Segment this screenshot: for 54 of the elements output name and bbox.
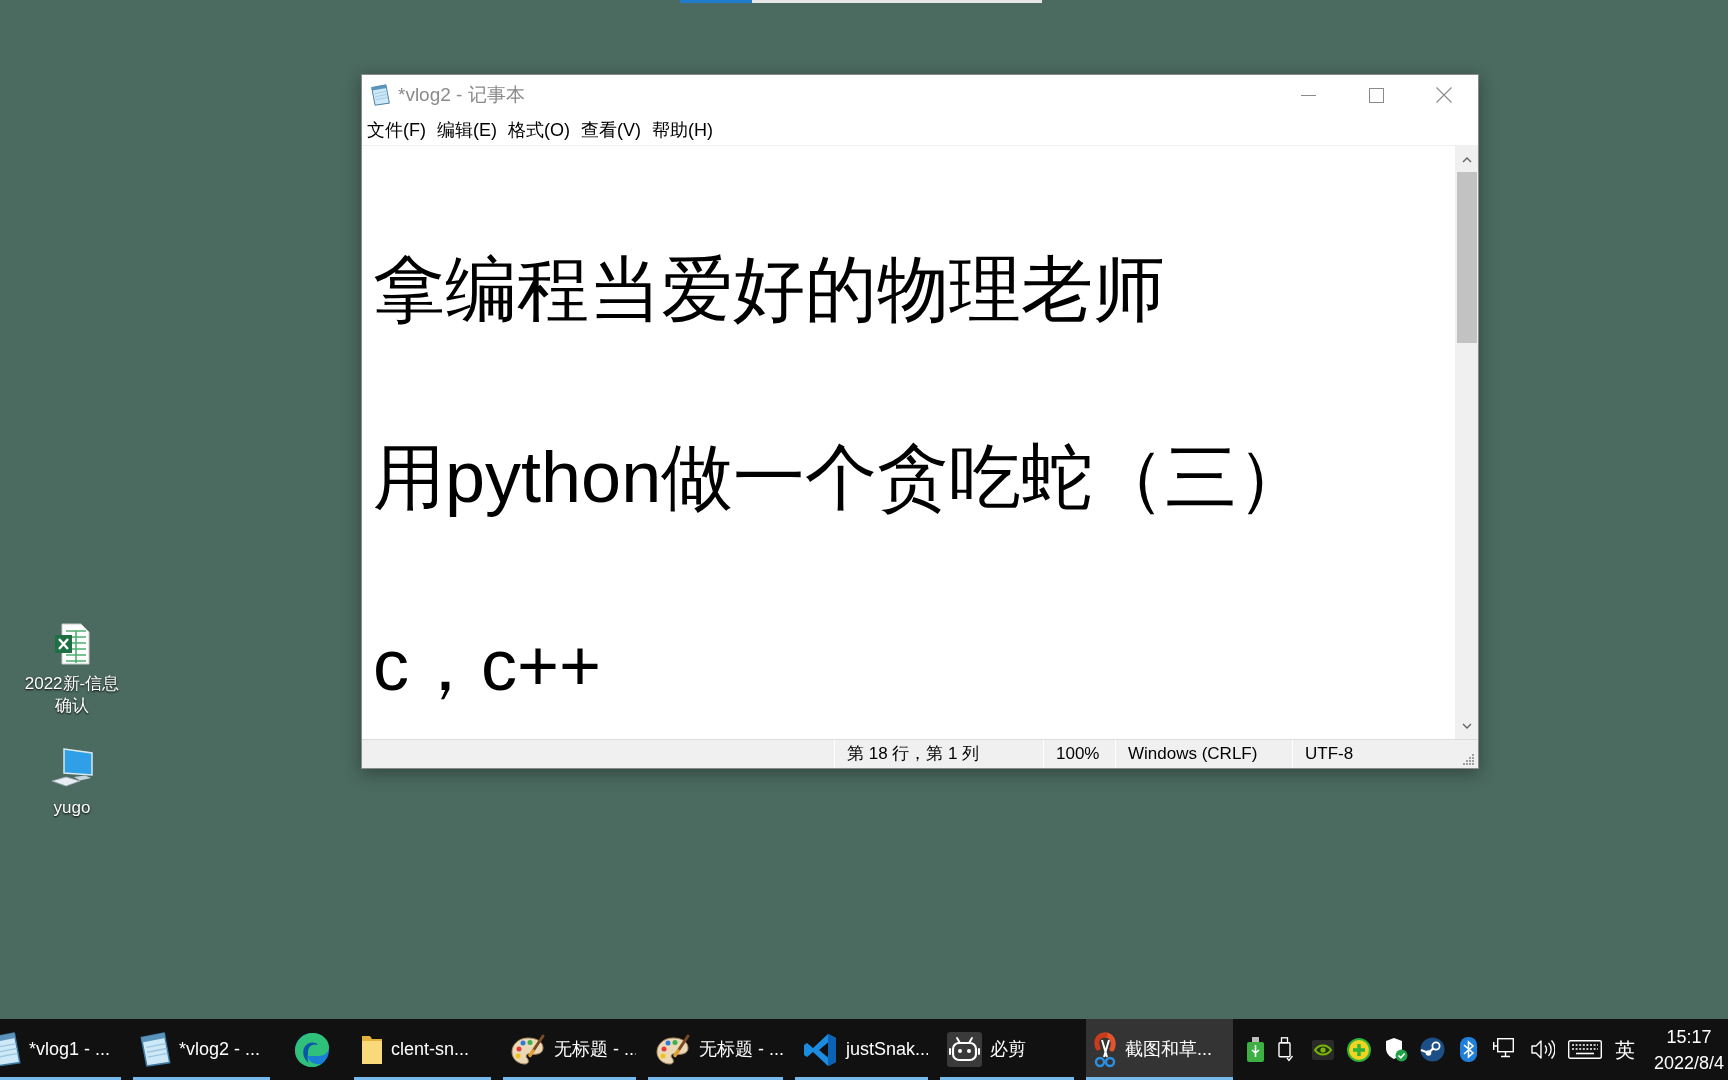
notepad-icon	[0, 1032, 21, 1067]
volume-icon[interactable]	[1531, 1039, 1555, 1060]
usb-icon[interactable]	[1247, 1037, 1264, 1062]
icon-label[interactable]: yugo	[20, 797, 124, 819]
robot-icon	[947, 1032, 982, 1067]
taskbar-button[interactable]: *vlog2 - ...	[133, 1019, 270, 1080]
maximize-icon	[1368, 87, 1384, 103]
status-text: UTF-8	[1292, 740, 1463, 768]
menu-item[interactable]: 格式(O)	[508, 118, 570, 142]
caret-down-icon[interactable]	[1461, 723, 1472, 729]
menu-item[interactable]: 查看(V)	[581, 118, 641, 142]
taskbar-button[interactable]: 无标题 - ...	[648, 1019, 783, 1080]
shield-check-icon[interactable]	[1385, 1037, 1408, 1062]
clock-date[interactable]: 2022/8/4	[1653, 1049, 1725, 1076]
taskbar-button[interactable]: clent-sn...	[354, 1019, 491, 1080]
ribbon-icon	[802, 1031, 838, 1068]
window-title: *vlog2 - 记事本	[398, 82, 525, 107]
input-method-button[interactable]: 英	[1615, 1037, 1635, 1062]
minimize-icon	[1300, 94, 1316, 96]
computer-icon[interactable]	[50, 747, 94, 789]
close-icon	[1436, 87, 1452, 103]
swirl-icon	[294, 1031, 330, 1068]
taskbar-button[interactable]: 必剪	[940, 1019, 1074, 1080]
menu-item[interactable]: 文件(F)	[367, 118, 426, 142]
notepad-icon	[371, 84, 390, 106]
taskbar-button[interactable]: justSnak...	[795, 1019, 928, 1080]
menu-item[interactable]: 编辑(E)	[437, 118, 497, 142]
resize-grip-icon[interactable]	[1463, 753, 1475, 765]
scroll-thumb[interactable]	[1456, 172, 1477, 343]
text-line: 用python做一个贪吃蛇（三）	[373, 436, 1311, 519]
taskbar-button[interactable]: 截图和草...	[1086, 1019, 1233, 1080]
status-text: 100%	[1043, 740, 1115, 768]
linkage-icon[interactable]	[1420, 1037, 1445, 1062]
keyboard-icon[interactable]	[1568, 1040, 1602, 1059]
folder-icon	[361, 1034, 383, 1065]
taskbar-button[interactable]: *vlog1 - ...	[0, 1019, 121, 1080]
caret-up-icon[interactable]	[1461, 157, 1472, 163]
eye-icon[interactable]	[1312, 1039, 1334, 1060]
text-line: c，c++	[373, 624, 603, 707]
plus-circle-icon[interactable]	[1347, 1037, 1371, 1062]
spreadsheet-icon[interactable]	[54, 623, 90, 665]
vertical-scrollbar[interactable]	[1455, 146, 1478, 739]
notepad-icon	[140, 1032, 171, 1067]
palette-icon	[655, 1032, 691, 1067]
palette-icon	[510, 1032, 546, 1067]
icon-label[interactable]: 2022新-信息确认	[20, 673, 124, 717]
status-text: Windows (CRLF)	[1115, 740, 1292, 768]
menu-item[interactable]: 帮助(H)	[652, 118, 713, 142]
text-line: 拿编程当爱好的物理老师	[373, 248, 1166, 331]
clock-time[interactable]: 15:17	[1666, 1023, 1712, 1050]
scissors-icon	[1093, 1031, 1117, 1068]
status-text: 第 18 行，第 1 列	[834, 740, 1043, 768]
bluetooth-icon[interactable]	[1460, 1037, 1477, 1062]
usb-drive-icon[interactable]	[1278, 1037, 1293, 1062]
